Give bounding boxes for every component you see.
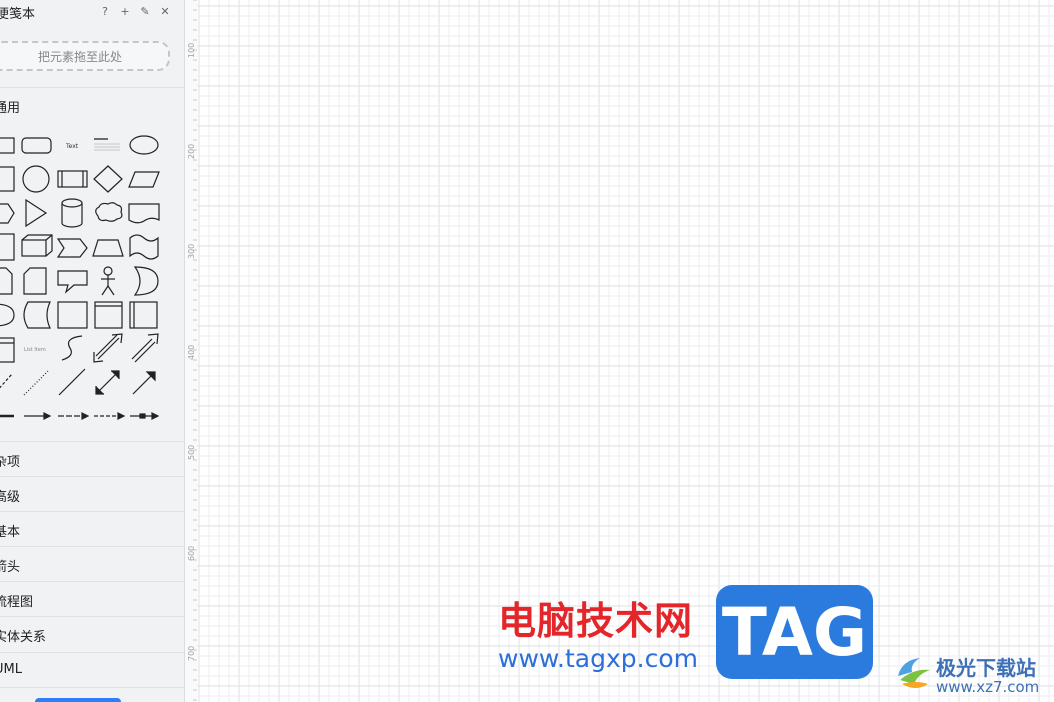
shape-curve[interactable] [61,335,83,361]
shape-sidebar: 便笺本 ? + ✎ ✕ 把元素拖至此处 通用 Text [0,0,185,702]
ruler-label: 100 [187,42,196,58]
section-label: 高级 [0,490,21,505]
section-uml[interactable]: UML [0,652,184,686]
shape-connector-plain[interactable] [24,412,52,420]
shape-bidirectional-arrow[interactable] [93,333,123,363]
shape-cube[interactable] [21,234,53,257]
ruler-label: 200 [187,143,196,159]
add-icon[interactable]: + [118,4,132,18]
shape-textbox[interactable] [94,138,120,151]
shape-dashed-line[interactable] [0,373,13,392]
section-label: 流程图 [0,595,34,610]
scratchpad-header: 便笺本 ? + ✎ ✕ [0,0,184,24]
shape-cloud[interactable] [95,202,123,222]
more-shapes-button[interactable] [35,698,121,702]
shape-directional-connector[interactable] [132,371,156,395]
scratchpad-title: 便笺本 [0,7,36,22]
scratchpad-tools: ? + ✎ ✕ [98,4,172,18]
shape-line[interactable] [58,368,86,396]
shape-note[interactable] [0,267,13,295]
section-arrows[interactable]: 箭头 [0,546,184,580]
aurora-logo-icon [898,658,930,688]
section-label: 通用 [0,101,21,116]
watermark-download-site-url: www.xz7.com [936,678,1040,696]
shape-connector-three-labels[interactable] [130,412,160,420]
shape-rectangle[interactable] [0,137,15,154]
section-basic[interactable]: 基本 [0,511,184,545]
ruler-label: 300 [187,243,196,259]
shape-internal-storage[interactable] [0,233,15,261]
shape-parallelogram[interactable] [128,171,160,188]
shape-ellipse[interactable] [129,135,159,155]
shape-arrow[interactable] [131,333,159,363]
shape-process[interactable] [57,170,88,188]
vertical-ruler: 100 200 300 400 500 600 700 [185,0,199,702]
shape-list[interactable] [0,337,15,363]
shape-connector-two-labels[interactable] [94,412,126,420]
section-entity-relation[interactable]: 实体关系 [0,616,184,650]
ruler-label: 500 [187,444,196,460]
shape-container[interactable] [57,301,88,329]
help-icon[interactable]: ? [98,4,112,18]
shape-dotted-line[interactable] [23,370,49,396]
shape-list-item[interactable]: List Item [24,347,46,353]
section-advanced[interactable]: 高级 [0,476,184,510]
section-label: 杂项 [0,455,21,470]
shape-document[interactable] [128,203,160,224]
watermark-tag-logo: TAG [716,585,873,679]
general-shapes-palette: Text List Item [0,124,184,440]
shape-swimlane[interactable] [94,301,123,329]
watermark-download-site-name: 极光下载站 [936,656,1036,680]
ruler-label: 600 [187,545,196,561]
scratchpad-dropzone[interactable]: 把元素拖至此处 [0,41,170,71]
shape-or-gate[interactable] [0,303,15,327]
shape-triangle[interactable] [25,198,48,228]
shape-card[interactable] [23,267,47,295]
section-label: 实体关系 [0,630,47,645]
watermark-site-url: www.tagxp.com [498,644,698,673]
close-icon[interactable]: ✕ [158,4,172,18]
section-general[interactable]: 通用 [0,87,184,121]
shape-trapezoid[interactable] [92,239,124,257]
watermark-site-name: 电脑技术网 [498,599,694,643]
section-label: 箭头 [0,560,21,575]
shape-step[interactable] [56,238,88,258]
shape-text[interactable]: Text [65,143,79,150]
shape-callout[interactable] [57,270,88,294]
section-flowchart[interactable]: 流程图 [0,581,184,615]
shape-cylinder[interactable] [61,198,83,228]
shape-circle[interactable] [22,165,50,193]
shape-bidirectional-connector[interactable] [95,370,120,395]
shape-vertical-container[interactable] [129,301,158,329]
shape-square[interactable] [0,166,15,192]
shape-actor[interactable] [101,266,115,296]
shape-rounded-rectangle[interactable] [21,137,52,154]
edit-icon[interactable]: ✎ [138,4,152,18]
ruler-label: 700 [187,645,196,661]
shape-data-storage[interactable] [23,301,51,329]
ruler-label: 400 [187,344,196,360]
shape-connector-label[interactable] [58,412,90,420]
section-misc[interactable]: 杂项 [0,441,184,475]
section-label: UML [0,662,22,677]
section-label: 基本 [0,525,21,540]
shape-diamond[interactable] [93,165,123,193]
shape-hexagon[interactable] [0,203,15,224]
shape-tape[interactable] [129,234,159,260]
shape-or[interactable] [133,266,159,296]
